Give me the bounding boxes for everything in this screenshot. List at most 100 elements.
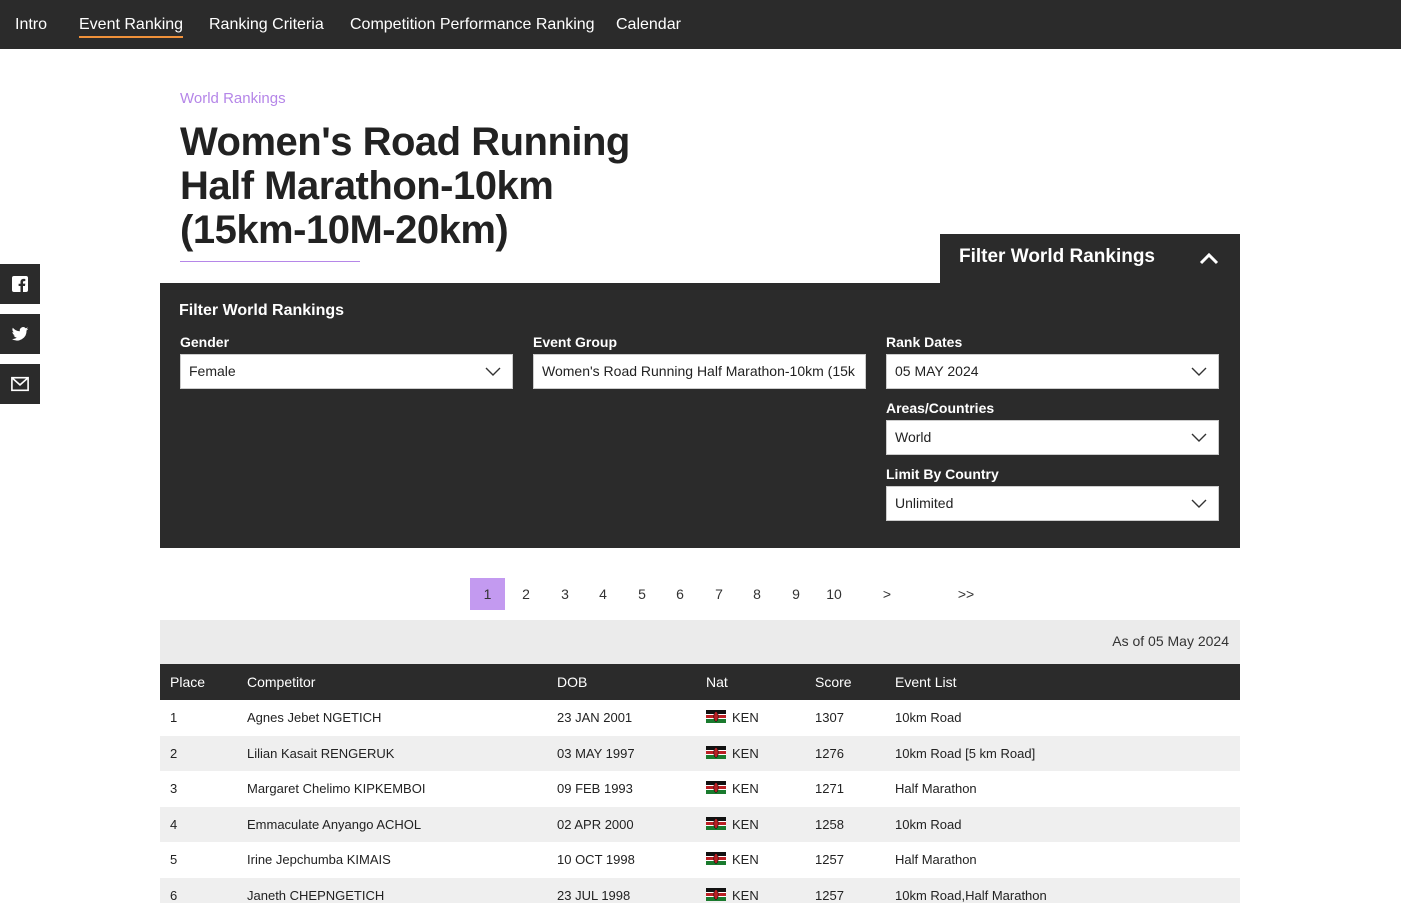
page-link[interactable]: 10 <box>817 578 851 610</box>
facebook-icon <box>12 276 28 292</box>
email-share-button[interactable] <box>0 364 40 404</box>
nat-cell: KEN <box>696 807 805 843</box>
nav-item-calendar[interactable]: Calendar <box>616 0 681 49</box>
place-cell: 1 <box>170 710 178 726</box>
mail-icon <box>11 376 29 392</box>
page-link[interactable]: 8 <box>740 578 774 610</box>
event-list-cell: Half Marathon <box>895 852 977 868</box>
gender-select[interactable]: Female <box>180 354 513 389</box>
kenya-flag-icon <box>706 852 726 866</box>
table-row: 2 Lilian Kasait RENGERUK 03 MAY 1997 KEN 127… <box>160 735 1240 772</box>
event-list-cell: 10km Road,Half Marathon <box>895 887 1047 903</box>
nav-item-competition-performance-ranking[interactable]: Competition Performance Ranking <box>350 0 595 49</box>
page-title-line: (15km-10M-20km) <box>180 208 509 252</box>
page-link[interactable]: 2 <box>509 578 543 610</box>
facebook-share-button[interactable] <box>0 264 40 304</box>
last-page-button[interactable]: >> <box>949 578 983 610</box>
chevron-up-icon[interactable] <box>1198 248 1220 270</box>
areas-label: Areas/Countries <box>886 400 995 416</box>
nav-item-event-ranking[interactable]: Event Ranking <box>79 0 184 49</box>
nav-item-intro[interactable]: Intro <box>15 0 47 49</box>
limit-value: Unlimited <box>895 495 954 511</box>
page-link[interactable]: 9 <box>779 578 813 610</box>
limit-select[interactable]: Unlimited <box>886 486 1219 521</box>
dob-cell: 23 JUL 1998 <box>557 887 631 903</box>
nat-code: KEN <box>732 781 759 797</box>
next-page-button[interactable]: > <box>870 578 904 610</box>
table-row: 4 Emmaculate Anyango ACHOL 02 APR 2000 KEN 1… <box>160 806 1240 843</box>
areas-select[interactable]: World <box>886 420 1219 455</box>
table-row: 1 Agnes Jebet NGETICH 23 JAN 2001 KEN 1307 10… <box>160 700 1240 736</box>
chevron-down-icon <box>1191 433 1207 442</box>
twitter-share-button[interactable] <box>0 314 40 354</box>
nat-code: KEN <box>732 852 759 868</box>
competitor-link[interactable]: Lilian Kasait RENGERUK <box>237 736 547 772</box>
kenya-flag-icon <box>706 781 726 795</box>
dob-cell: 03 MAY 1997 <box>557 745 635 761</box>
page-link[interactable]: 4 <box>586 578 620 610</box>
score-cell: 1276 <box>815 745 844 761</box>
filter-toggle-tab[interactable]: Filter World Rankings <box>940 234 1240 284</box>
nat-code: KEN <box>732 887 759 903</box>
column-header-competitor: Competitor <box>247 674 316 690</box>
title-underline <box>180 261 360 262</box>
dob-cell: 09 FEB 1993 <box>557 781 633 797</box>
place-cell: 3 <box>170 781 178 797</box>
event-list-cell: 10km Road <box>895 816 962 832</box>
gender-label: Gender <box>180 334 230 350</box>
nat-code: KEN <box>732 816 759 832</box>
table-header-row: Place Competitor DOB Nat Score Event Lis… <box>160 664 1240 700</box>
column-header-score: Score <box>815 674 852 690</box>
kenya-flag-icon <box>706 816 726 830</box>
nat-cell: KEN <box>696 736 805 772</box>
page-link[interactable]: 3 <box>548 578 582 610</box>
dob-cell: 23 JAN 2001 <box>557 710 633 726</box>
competitor-link[interactable]: Agnes Jebet NGETICH <box>237 700 547 736</box>
page-link[interactable]: 6 <box>663 578 697 610</box>
filter-tab-label: Filter World Rankings <box>959 246 1156 267</box>
place-cell: 5 <box>170 852 178 868</box>
table-row: 5 Irine Jepchumba KIMAIS 10 OCT 1998 KEN 125… <box>160 842 1240 878</box>
score-cell: 1258 <box>815 816 844 832</box>
column-header-place: Place <box>170 674 206 690</box>
nat-cell: KEN <box>696 700 805 736</box>
chevron-down-icon <box>485 367 501 376</box>
areas-value: World <box>895 429 932 445</box>
breadcrumb[interactable]: World Rankings <box>180 90 286 107</box>
chevron-down-icon <box>1191 499 1207 508</box>
page-title-line: Women's Road Running <box>180 120 630 164</box>
dob-cell: 10 OCT 1998 <box>557 852 635 868</box>
event-group-label: Event Group <box>533 334 618 350</box>
page-link[interactable]: 7 <box>702 578 736 610</box>
competitor-link[interactable]: Janeth CHEPNGETICH <box>237 878 547 903</box>
filter-panel: Filter World Rankings Gender Female Even… <box>160 283 1240 548</box>
limit-label: Limit By Country <box>886 466 999 482</box>
kenya-flag-icon <box>706 887 726 901</box>
event-list-cell: 10km Road [5 km Road] <box>895 745 1036 761</box>
place-cell: 6 <box>170 887 178 903</box>
nat-cell: KEN <box>696 878 805 903</box>
competitor-link[interactable]: Irine Jepchumba KIMAIS <box>237 842 547 878</box>
score-cell: 1257 <box>815 852 844 868</box>
event-list-cell: Half Marathon <box>895 781 977 797</box>
competitor-link[interactable]: Margaret Chelimo KIPKEMBOI <box>237 771 547 807</box>
event-group-select[interactable]: Women's Road Running Half Marathon-10km … <box>533 354 866 389</box>
page-title-line: Half Marathon-10km <box>180 164 554 208</box>
dob-cell: 02 APR 2000 <box>557 816 634 832</box>
table-row: 6 Janeth CHEPNGETICH 23 JUL 1998 KEN 1257 10k… <box>160 877 1240 903</box>
column-header-event-list: Event List <box>895 674 957 690</box>
rank-dates-value: 05 MAY 2024 <box>895 363 979 379</box>
place-cell: 2 <box>170 745 178 761</box>
as-of-date: As of 05 May 2024 <box>1112 633 1229 649</box>
nav-item-ranking-criteria[interactable]: Ranking Criteria <box>209 0 324 49</box>
event-list-cell: 10km Road <box>895 710 962 726</box>
event-group-value: Women's Road Running Half Marathon-10km … <box>542 363 855 379</box>
rank-dates-select[interactable]: 05 MAY 2024 <box>886 354 1219 389</box>
score-cell: 1271 <box>815 781 844 797</box>
page-link[interactable]: 1 <box>470 578 505 610</box>
page-link[interactable]: 5 <box>625 578 659 610</box>
score-cell: 1307 <box>815 710 844 726</box>
filter-panel-title: Filter World Rankings <box>179 302 345 319</box>
table-row: 3 Margaret Chelimo KIPKEMBOI 09 FEB 1993 KE… <box>160 771 1240 807</box>
competitor-link[interactable]: Emmaculate Anyango ACHOL <box>237 807 547 843</box>
